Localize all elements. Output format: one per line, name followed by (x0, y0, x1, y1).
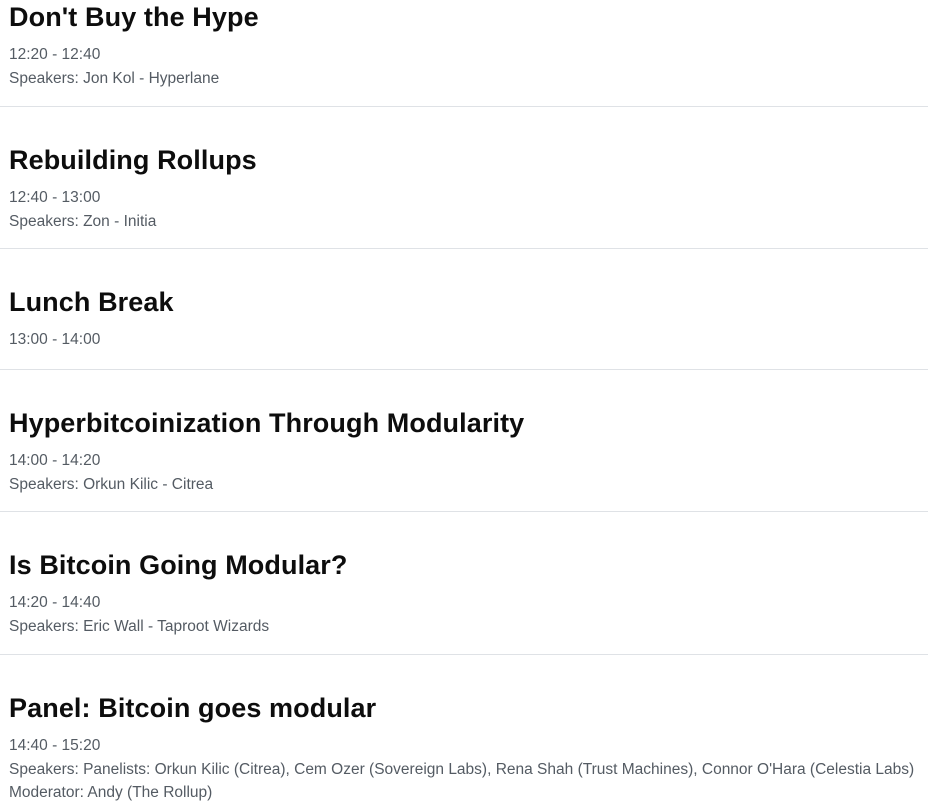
session-speakers: Speakers: Orkun Kilic - Citrea (9, 476, 214, 493)
session-title: Hyperbitcoinization Through Modularity (9, 408, 525, 438)
session-title: Rebuilding Rollups (9, 145, 257, 175)
session-time: 14:20 - 14:40 (9, 594, 101, 611)
session-title: Panel: Bitcoin goes modular (9, 693, 377, 723)
session-divider (0, 106, 928, 107)
session-speakers: Speakers: Eric Wall - Taproot Wizards (9, 618, 270, 635)
session-title: Is Bitcoin Going Modular? (9, 550, 348, 580)
session-divider (0, 511, 928, 512)
session-time: 13:00 - 14:00 (9, 331, 101, 348)
session-time: 14:00 - 14:20 (9, 452, 101, 469)
session-time: 12:20 - 12:40 (9, 46, 101, 63)
session-speakers: Speakers: Zon - Initia (9, 213, 157, 230)
session-divider (0, 248, 928, 249)
session-title: Don't Buy the Hype (9, 2, 259, 32)
session-title: Lunch Break (9, 287, 174, 317)
session-time: 12:40 - 13:00 (9, 189, 101, 206)
session-time: 14:40 - 15:20 (9, 737, 101, 754)
session-speakers: Speakers: Jon Kol - Hyperlane (9, 70, 220, 87)
session-divider (0, 369, 928, 370)
session-speakers: Speakers: Panelists: Orkun Kilic (Citrea… (9, 761, 915, 801)
session-divider (0, 654, 928, 655)
